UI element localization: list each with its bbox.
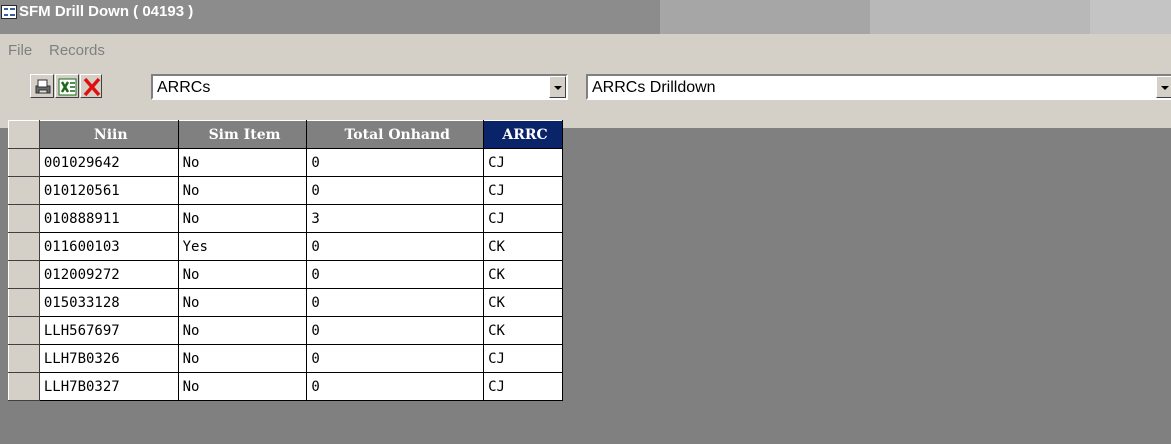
cell-total-onhand[interactable]: 0: [306, 288, 485, 317]
arrc-select-value: ARRCs: [157, 79, 211, 96]
print-icon: [35, 79, 51, 94]
drilldown-select-value: ARRCs Drilldown: [592, 79, 716, 96]
cell-sim-item[interactable]: No: [177, 288, 308, 317]
menu-file[interactable]: File: [8, 42, 32, 59]
delete-button[interactable]: [80, 74, 102, 98]
cell-arrc[interactable]: CJ: [483, 344, 563, 373]
cell-total-onhand[interactable]: 0: [306, 176, 485, 205]
window-form-icon[interactable]: [1, 5, 17, 19]
cell-arrc[interactable]: CJ: [483, 148, 563, 177]
cell-total-onhand[interactable]: 0: [306, 232, 485, 261]
cell-total-onhand[interactable]: 0: [306, 148, 485, 177]
column-header-sim-item[interactable]: Sim Item: [177, 120, 308, 149]
delete-icon: [83, 77, 101, 97]
cell-sim-item[interactable]: Yes: [177, 232, 308, 261]
table-row[interactable]: LLH7B0326 No 0 CJ: [8, 344, 563, 373]
table-row[interactable]: 011600103 Yes 0 CK: [8, 232, 563, 261]
cell-sim-item[interactable]: No: [177, 344, 308, 373]
cell-sim-item[interactable]: No: [177, 260, 308, 289]
cell-arrc[interactable]: CK: [483, 288, 563, 317]
table-row[interactable]: 010888911 No 3 CJ: [8, 204, 563, 233]
cell-sim-item[interactable]: No: [177, 372, 308, 401]
row-selector[interactable]: [8, 316, 40, 345]
cell-total-onhand[interactable]: 0: [306, 260, 485, 289]
arrc-select[interactable]: ARRCs: [151, 74, 568, 100]
row-selector[interactable]: [8, 344, 40, 373]
results-grid: Niin Sim Item Total Onhand ARRC 00102964…: [8, 120, 563, 401]
row-selector[interactable]: [8, 288, 40, 317]
cell-arrc[interactable]: CJ: [483, 176, 563, 205]
header-row: Niin Sim Item Total Onhand ARRC: [8, 120, 563, 149]
cell-sim-item[interactable]: No: [177, 148, 308, 177]
column-header-niin[interactable]: Niin: [38, 120, 179, 149]
cell-arrc[interactable]: CJ: [483, 204, 563, 233]
chevron-down-icon[interactable]: [549, 76, 566, 98]
cell-niin[interactable]: 001029642: [38, 148, 179, 177]
cell-sim-item[interactable]: No: [177, 176, 308, 205]
cell-niin[interactable]: 015033128: [38, 288, 179, 317]
table-row[interactable]: 001029642 No 0 CJ: [8, 148, 563, 177]
cell-niin[interactable]: LLH7B0327: [38, 372, 179, 401]
chevron-down-icon[interactable]: [1156, 76, 1171, 98]
column-header-total-onhand[interactable]: Total Onhand: [306, 120, 485, 149]
cell-sim-item[interactable]: No: [177, 204, 308, 233]
menu-records[interactable]: Records: [49, 42, 105, 59]
cell-sim-item[interactable]: No: [177, 316, 308, 345]
cell-arrc[interactable]: CK: [483, 316, 563, 345]
drilldown-select[interactable]: ARRCs Drilldown: [586, 74, 1171, 100]
print-button[interactable]: [30, 74, 54, 98]
title-bar: SFM Drill Down ( 04193 ): [0, 0, 1171, 34]
cell-arrc[interactable]: CJ: [483, 372, 563, 401]
cell-niin[interactable]: 010120561: [38, 176, 179, 205]
export-excel-button[interactable]: [55, 74, 79, 98]
cell-total-onhand[interactable]: 0: [306, 344, 485, 373]
cell-niin[interactable]: 011600103: [38, 232, 179, 261]
table-row[interactable]: LLH567697 No 0 CK: [8, 316, 563, 345]
row-selector[interactable]: [8, 148, 40, 177]
cell-niin[interactable]: 012009272: [38, 260, 179, 289]
menu-bar: File Records: [0, 34, 1171, 66]
column-header-arrc[interactable]: ARRC: [483, 120, 563, 149]
row-selector[interactable]: [8, 232, 40, 261]
cell-niin[interactable]: 010888911: [38, 204, 179, 233]
cell-niin[interactable]: LLH7B0326: [38, 344, 179, 373]
cell-arrc[interactable]: CK: [483, 232, 563, 261]
table-row[interactable]: 010120561 No 0 CJ: [8, 176, 563, 205]
excel-export-icon: [58, 78, 77, 96]
cell-niin[interactable]: LLH567697: [38, 316, 179, 345]
row-selector[interactable]: [8, 260, 40, 289]
row-selector[interactable]: [8, 204, 40, 233]
row-selector[interactable]: [8, 176, 40, 205]
cell-total-onhand[interactable]: 3: [306, 204, 485, 233]
toolbar: ARRCs ARRCs Drilldown: [0, 66, 1171, 128]
select-all-corner[interactable]: [8, 120, 40, 149]
cell-arrc[interactable]: CK: [483, 260, 563, 289]
cell-total-onhand[interactable]: 0: [306, 372, 485, 401]
table-row[interactable]: 012009272 No 0 CK: [8, 260, 563, 289]
window-title: SFM Drill Down ( 04193 ): [19, 3, 194, 20]
cell-total-onhand[interactable]: 0: [306, 316, 485, 345]
row-selector[interactable]: [8, 372, 40, 401]
table-row[interactable]: 015033128 No 0 CK: [8, 288, 563, 317]
table-row[interactable]: LLH7B0327 No 0 CJ: [8, 372, 563, 401]
